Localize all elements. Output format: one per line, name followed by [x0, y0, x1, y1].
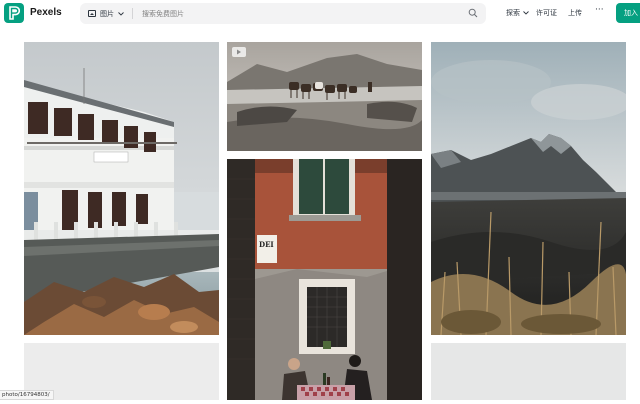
photo-image: [24, 42, 219, 335]
logo-p-icon: [9, 6, 20, 20]
top-navbar: Pexels 图片 探索 许可证 上传 ··· 加入: [0, 0, 640, 28]
image-icon: [88, 10, 96, 17]
chevron-down-icon: [523, 11, 529, 15]
nav-upload[interactable]: 上传: [568, 8, 582, 18]
photo-image: DEI: [227, 159, 422, 400]
photo-image: [431, 42, 626, 335]
nav-license[interactable]: 许可证: [536, 8, 557, 18]
photo-mountain-dunes[interactable]: [431, 42, 626, 335]
search-bar: 图片: [80, 3, 486, 24]
search-icon[interactable]: [468, 8, 478, 18]
nav-explore-label: 探索: [506, 9, 520, 17]
search-type-label: 图片: [100, 9, 114, 18]
pexels-logo[interactable]: [4, 3, 24, 23]
search-type-dropdown[interactable]: 图片: [88, 3, 124, 24]
status-url-bar: photo/16794803/: [0, 390, 54, 400]
photo-image: [227, 42, 422, 151]
photo-venice-alley-diners[interactable]: DEI: [227, 159, 422, 400]
chevron-down-icon: [118, 11, 124, 16]
join-button[interactable]: 加入: [616, 3, 640, 23]
photo-white-building-seaside[interactable]: [24, 42, 219, 335]
nav-explore[interactable]: 探索: [506, 8, 529, 18]
photo-horses-on-beach[interactable]: [227, 42, 422, 151]
photo-bottom-right[interactable]: [431, 343, 626, 400]
more-menu-button[interactable]: ···: [595, 5, 604, 15]
dei-sign-text: DEI: [259, 240, 274, 249]
search-input[interactable]: [142, 6, 462, 21]
search-divider: [132, 8, 133, 19]
brand-name[interactable]: Pexels: [30, 7, 62, 18]
